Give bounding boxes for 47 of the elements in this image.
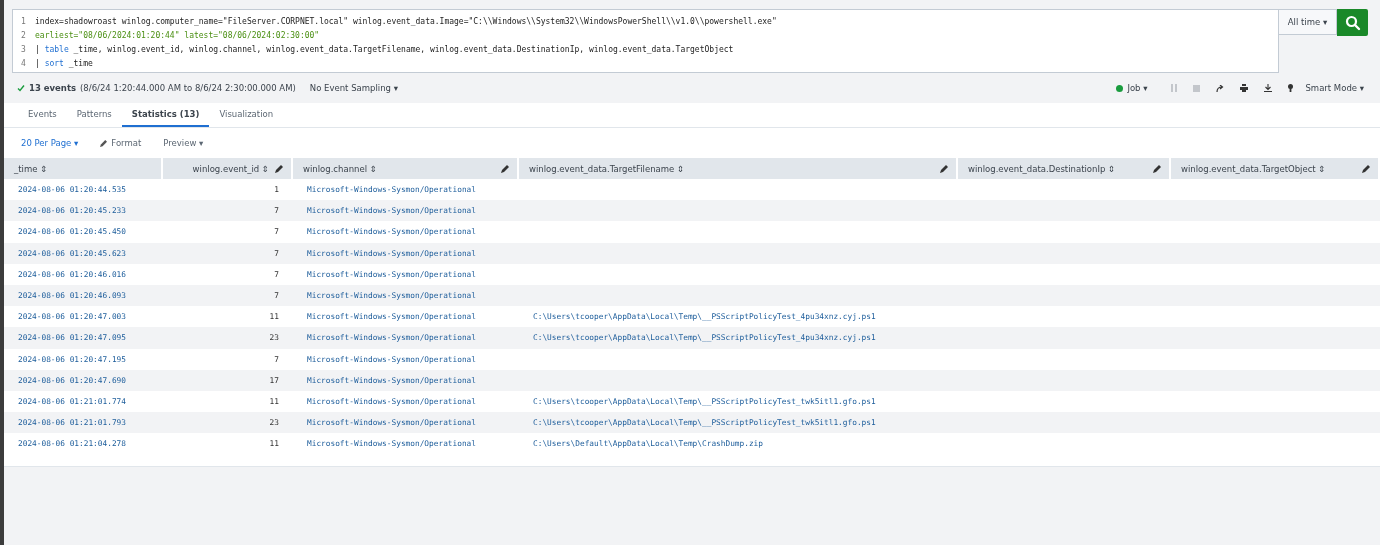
query-line: | table _time, winlog.event_id, winlog.channel, winlog.event_data.TargetFilename, winlog.event_data.DestinationIp, winlog.event_data.TargetObject (35, 44, 734, 54)
format-button[interactable]: Format (100, 138, 142, 148)
search-mode-menu[interactable]: Smart Mode ▾ (1305, 83, 1364, 93)
per-page-dropdown[interactable]: 20 Per Page ▾ (21, 138, 79, 148)
line-number: 2 (21, 30, 27, 40)
query-line: index=shadowroast winlog.computer_name="FileServer.CORPNET.local" winlog.event_data.Image="C:\\Windows\\System32\\WindowsPowerShell\\v1.0\\powershell.exe" (35, 16, 777, 26)
column-header[interactable]: winlog.event_data.DestinationIp ⇕ (958, 158, 1171, 179)
column-header[interactable]: winlog.event_data.TargetObject ⇕ (1171, 158, 1380, 179)
time-range-picker[interactable]: All time ▾ (1279, 9, 1337, 35)
query-line: | sort _time (35, 59, 93, 69)
share-icon[interactable] (1216, 84, 1225, 92)
tab[interactable]: Patterns (66, 103, 122, 127)
column-label: winlog.event_id ⇕ (191, 163, 269, 174)
line-number: 1 (21, 16, 27, 26)
print-icon[interactable] (1240, 84, 1249, 92)
job-menu[interactable]: Job ▾ (1127, 83, 1148, 93)
query-line: earliest="08/06/2024:01:20:44" latest="08/06/2024:02:30:00" (35, 30, 320, 40)
pencil-icon[interactable] (501, 164, 509, 173)
column-label: winlog.event_data.TargetObject ⇕ (1181, 163, 1326, 174)
column-label: winlog.event_data.TargetFilename ⇕ (529, 163, 685, 174)
pencil-icon[interactable] (1153, 164, 1161, 173)
pencil-icon (100, 139, 108, 147)
preview-dropdown[interactable]: Preview ▾ (163, 138, 204, 148)
tab[interactable]: Events (18, 103, 67, 127)
search-button[interactable] (1337, 9, 1368, 36)
bulb-icon (1288, 84, 1294, 92)
column-header[interactable]: _time ⇕ (4, 158, 163, 179)
column-header[interactable]: winlog.event_id ⇕ (163, 158, 293, 179)
column-header[interactable]: winlog.channel ⇕ (293, 158, 519, 179)
column-label: winlog.event_data.DestinationIp ⇕ (968, 163, 1116, 174)
sampling-dropdown[interactable]: No Event Sampling ▾ (309, 83, 398, 93)
column-header[interactable]: winlog.event_data.TargetFilename ⇕ (519, 158, 958, 179)
column-label: _time ⇕ (14, 163, 48, 174)
download-icon[interactable] (1264, 84, 1273, 92)
event-count: 13 events (29, 83, 77, 93)
tab[interactable]: Visualization (209, 103, 284, 127)
column-label: winlog.channel ⇕ (303, 163, 377, 174)
line-number: 4 (21, 59, 27, 69)
check-icon (17, 84, 25, 92)
pencil-icon[interactable] (1362, 164, 1370, 173)
search-query-editor[interactable] (12, 9, 1279, 73)
time-range-text: (8/6/24 1:20:44.000 AM to 8/6/24 2:30:00.000 AM) (80, 83, 296, 93)
pencil-icon[interactable] (275, 164, 283, 173)
line-number: 3 (21, 44, 27, 54)
search-icon (1344, 14, 1361, 31)
pencil-icon[interactable] (940, 164, 948, 173)
info-icon (1116, 84, 1124, 92)
